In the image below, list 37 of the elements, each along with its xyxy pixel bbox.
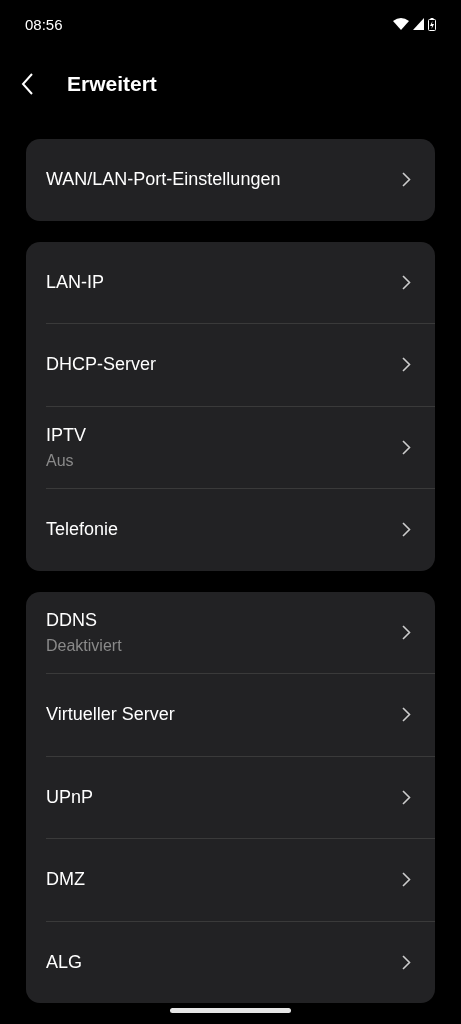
status-time: 08:56	[25, 15, 63, 33]
chevron-icon	[402, 439, 411, 455]
settings-item[interactable]: DMZ	[26, 839, 435, 921]
settings-item[interactable]: WAN/LAN-Port-Einstellungen	[26, 139, 435, 221]
signal-icon	[413, 18, 424, 31]
chevron-icon	[402, 789, 411, 805]
page-title: Erweitert	[67, 72, 157, 97]
item-label: DMZ	[46, 869, 86, 891]
settings-item[interactable]: UPnP	[26, 756, 435, 838]
settings-item[interactable]: DHCP-Server	[26, 324, 435, 406]
item-subtitle: Deaktiviert	[46, 636, 123, 655]
chevron-icon	[402, 872, 411, 888]
chevron-icon	[402, 522, 411, 538]
item-label: IPTV	[46, 424, 87, 446]
wifi-icon	[393, 18, 409, 31]
item-label: ALG	[46, 951, 84, 973]
item-label: DHCP-Server	[46, 354, 157, 376]
item-subtitle: Aus	[46, 451, 75, 470]
item-label: WAN/LAN-Port-Einstellungen	[46, 169, 282, 191]
settings-item[interactable]: ALG	[26, 921, 435, 1003]
chevron-icon	[402, 357, 411, 373]
chevron-icon	[402, 172, 411, 188]
settings-item[interactable]: IPTV Aus	[26, 406, 435, 488]
item-label: Virtueller Server	[46, 704, 176, 726]
item-label: Telefonie	[46, 519, 120, 541]
battery-icon	[428, 17, 436, 31]
chevron-icon	[402, 624, 411, 640]
settings-item[interactable]: LAN-IP	[26, 241, 435, 323]
settings-item[interactable]: Telefonie	[26, 489, 435, 571]
item-label: UPnP	[46, 786, 95, 808]
settings-item[interactable]: DDNS Deaktiviert	[26, 591, 435, 673]
chevron-icon	[402, 954, 411, 970]
chevron-icon	[402, 274, 411, 290]
settings-item[interactable]: Virtueller Server	[26, 674, 435, 756]
item-label: DDNS	[46, 609, 98, 631]
item-label: LAN-IP	[46, 271, 106, 293]
chevron-icon	[402, 707, 411, 723]
